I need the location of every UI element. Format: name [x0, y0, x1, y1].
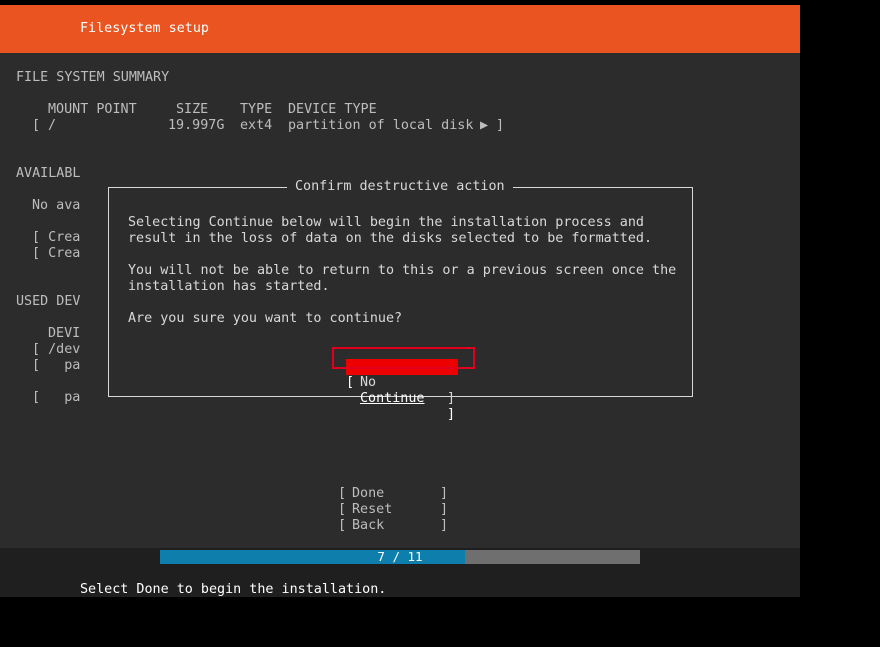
continue-label: Continue	[360, 391, 425, 406]
row-mount-point: /	[48, 118, 57, 133]
used-column-device: DEVI	[48, 326, 81, 341]
dialog-text-line-2: result in the loss of data on the disks …	[128, 231, 653, 246]
used-row-1[interactable]: [ /dev	[32, 342, 80, 358]
available-empty-text: No ava	[32, 198, 81, 213]
row-open-bracket: [	[32, 118, 41, 133]
create-action-1[interactable]: [ Crea	[32, 230, 80, 246]
done-label: Done	[352, 486, 385, 501]
row-close-bracket: ]	[496, 118, 505, 133]
row-size: 19.997G	[168, 118, 225, 133]
installer-screen: Filesystem setup FILE SYSTEM SUMMARY MOU…	[0, 5, 800, 597]
create-action-2[interactable]: [ Crea	[32, 246, 80, 262]
status-text: Select Done to begin the installation.	[80, 582, 387, 597]
progress-bar: 7 / 11	[160, 549, 640, 564]
dialog-text-line-1: Selecting Continue below will begin the …	[128, 215, 644, 230]
column-device-type: DEVICE TYPE	[288, 102, 377, 117]
back-label: Back	[352, 518, 385, 533]
header-bar: Filesystem setup	[0, 5, 800, 53]
progress-label: 7 / 11	[377, 549, 423, 564]
dialog-question: Are you sure you want to continue?	[128, 311, 403, 326]
used-heading: USED DEV	[16, 294, 81, 309]
available-heading: AVAILABL	[16, 166, 81, 181]
page-title: Filesystem setup	[80, 21, 209, 36]
row-type: ext4	[240, 118, 273, 133]
summary-heading: FILE SYSTEM SUMMARY	[16, 70, 170, 85]
used-row-3[interactable]: [ pa	[32, 390, 80, 406]
dialog-title: Confirm destructive action	[287, 179, 513, 195]
row-device-type: partition of local disk	[288, 118, 474, 133]
used-row-2[interactable]: [ pa	[32, 358, 80, 374]
column-mount-point: MOUNT POINT	[48, 102, 137, 117]
arrow-right-icon: ▶	[480, 118, 489, 133]
highlight-box	[332, 347, 475, 369]
column-size: SIZE	[176, 102, 209, 117]
dialog-text-line-3: You will not be able to return to this o…	[128, 263, 677, 278]
reset-label: Reset	[352, 502, 393, 517]
column-type: TYPE	[240, 102, 273, 117]
dialog-text-line-4: installation has started.	[128, 279, 330, 294]
